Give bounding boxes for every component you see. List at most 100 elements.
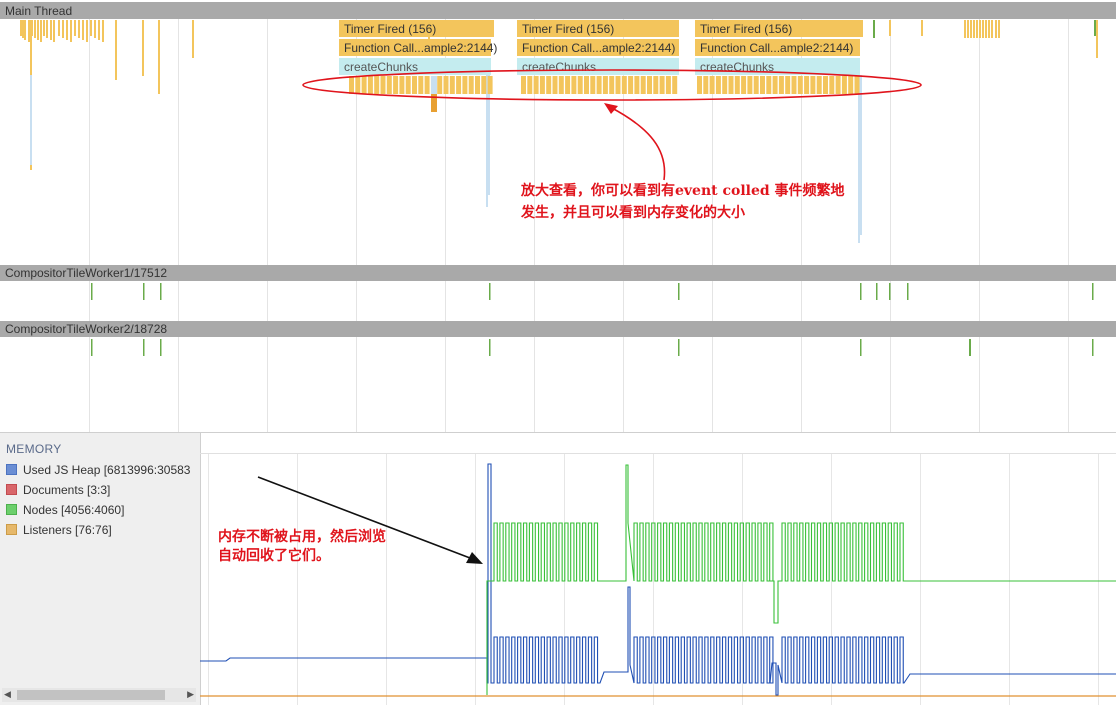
main-thread-tick	[62, 20, 64, 38]
chunk-sub-block	[728, 76, 734, 94]
legend-item-documents[interactable]: Documents [3:3]	[6, 483, 110, 501]
main-thread-tick	[976, 20, 978, 38]
legend-label: Listeners [76:76]	[23, 523, 112, 537]
worker1-ticks[interactable]	[91, 283, 1094, 300]
chunk-sub-block	[722, 76, 728, 94]
scroll-left-arrow-icon[interactable]: ◀	[4, 689, 11, 700]
chunk-sub-block	[766, 76, 772, 94]
worker1-tick	[907, 283, 909, 300]
scrollbar-thumb[interactable]	[17, 690, 165, 700]
chunk-sub-block	[841, 76, 847, 94]
main-thread-tick	[486, 75, 488, 207]
chunk-sub-block	[462, 76, 468, 94]
main-thread-label: Main Thread	[5, 4, 72, 18]
main-thread-tick	[24, 20, 26, 40]
js-heap-swatch-icon	[6, 464, 17, 475]
legend-item-js-heap[interactable]: Used JS Heap [6813996:30583	[6, 463, 190, 481]
listeners-swatch-icon	[6, 524, 17, 535]
worker1-tick	[860, 283, 862, 300]
chunk-sub-block	[418, 76, 424, 94]
timer-fired-event-3[interactable]: Timer Fired (156)	[695, 20, 863, 37]
chunk-sub-block	[565, 76, 571, 94]
chunk-sub-block	[546, 76, 552, 94]
memory-counter-graph[interactable]	[200, 433, 1116, 705]
nodes-swatch-icon	[6, 504, 17, 515]
chunk-sub-block	[602, 76, 608, 94]
worker1-tick	[91, 283, 93, 300]
main-thread-tick	[22, 20, 24, 38]
chunk-sub-block	[665, 76, 671, 94]
worker2-label: CompositorTileWorker2/18728	[5, 322, 167, 336]
worker2-tick	[1092, 339, 1094, 356]
chunk-sub-block	[734, 76, 740, 94]
main-thread-tick	[858, 75, 860, 243]
main-thread-header[interactable]: Main Thread	[0, 2, 1116, 19]
annotation-arrow-top	[609, 106, 666, 181]
memory-title: MEMORY	[6, 442, 62, 456]
main-thread-tick	[74, 20, 76, 36]
chunk-sub-block	[854, 76, 860, 94]
main-thread-tick	[873, 20, 875, 38]
chunk-sub-block	[361, 76, 367, 94]
scroll-right-arrow-icon[interactable]: ▶	[187, 689, 194, 700]
chunk-sub-block	[380, 76, 386, 94]
chunk-sub-block	[848, 76, 854, 94]
function-call-event-3[interactable]: Function Call...ample2:2144)	[695, 39, 860, 56]
main-thread-tick	[46, 20, 48, 38]
main-thread-tick	[889, 20, 891, 36]
chunk-sub-block	[791, 76, 797, 94]
timer-fired-label: Timer Fired (156)	[344, 22, 436, 36]
worker1-header[interactable]: CompositorTileWorker1/17512	[0, 265, 1116, 281]
chunk-sub-block	[659, 76, 665, 94]
chunk-sub-block	[785, 76, 791, 94]
legend-horizontal-scrollbar[interactable]: ◀ ▶	[2, 688, 196, 702]
main-thread-tick	[921, 20, 923, 36]
main-thread-tick	[991, 20, 993, 38]
chunk-sub-block	[468, 76, 474, 94]
chunk-sub-block	[816, 76, 822, 94]
legend-item-listeners[interactable]: Listeners [76:76]	[6, 523, 112, 541]
chunk-sub-block	[753, 76, 759, 94]
function-call-event-2[interactable]: Function Call...ample2:2144)	[517, 39, 679, 56]
main-thread-tick	[860, 75, 862, 235]
main-thread-tick	[158, 20, 160, 94]
chunk-sub-block	[697, 76, 702, 94]
timer-fired-event-2[interactable]: Timer Fired (156)	[517, 20, 679, 37]
worker2-tick	[160, 339, 162, 356]
worker2-ticks[interactable]	[91, 339, 1094, 356]
function-call-event-1[interactable]: Function Call...ample2:2144)	[339, 39, 497, 56]
chunk-sub-block	[810, 76, 816, 94]
worker1-tick	[489, 283, 491, 300]
main-thread-tick	[50, 20, 52, 40]
main-thread-tick	[115, 20, 117, 80]
main-thread-tick	[102, 20, 104, 42]
timer-fired-event-1[interactable]: Timer Fired (156)	[339, 20, 494, 37]
function-call-label: Function Call...ample2:2144)	[522, 41, 675, 55]
create-chunks-label: createChunks	[522, 60, 596, 74]
main-thread-tick	[90, 20, 92, 36]
worker1-tick	[889, 283, 891, 300]
chunk-sub-block	[615, 76, 621, 94]
main-thread-tick	[53, 20, 55, 42]
worker2-header[interactable]: CompositorTileWorker2/18728	[0, 321, 1116, 337]
worker2-tick	[678, 339, 680, 356]
worker2-tick	[860, 339, 862, 356]
chunk-sub-block	[715, 76, 721, 94]
legend-item-nodes[interactable]: Nodes [4056:4060]	[6, 503, 124, 521]
main-thread-tick	[94, 20, 96, 38]
chunk-sub-events[interactable]	[349, 76, 860, 112]
main-thread-tick	[34, 20, 36, 38]
worker2-tick	[143, 339, 145, 356]
main-thread-tick	[86, 20, 88, 42]
main-thread-tick	[1096, 20, 1098, 58]
chunk-sub-block	[552, 76, 558, 94]
function-call-label: Function Call...ample2:2144)	[700, 41, 853, 55]
chunk-sub-block	[621, 76, 627, 94]
chunk-sub-block	[571, 76, 577, 94]
main-thread-tick	[964, 20, 966, 38]
chunk-sub-block	[539, 76, 545, 94]
create-chunks-event-2[interactable]: createChunks	[517, 58, 679, 75]
chunk-sub-block	[741, 76, 747, 94]
chunk-sub-block	[640, 76, 646, 94]
create-chunks-label: createChunks	[344, 60, 418, 74]
